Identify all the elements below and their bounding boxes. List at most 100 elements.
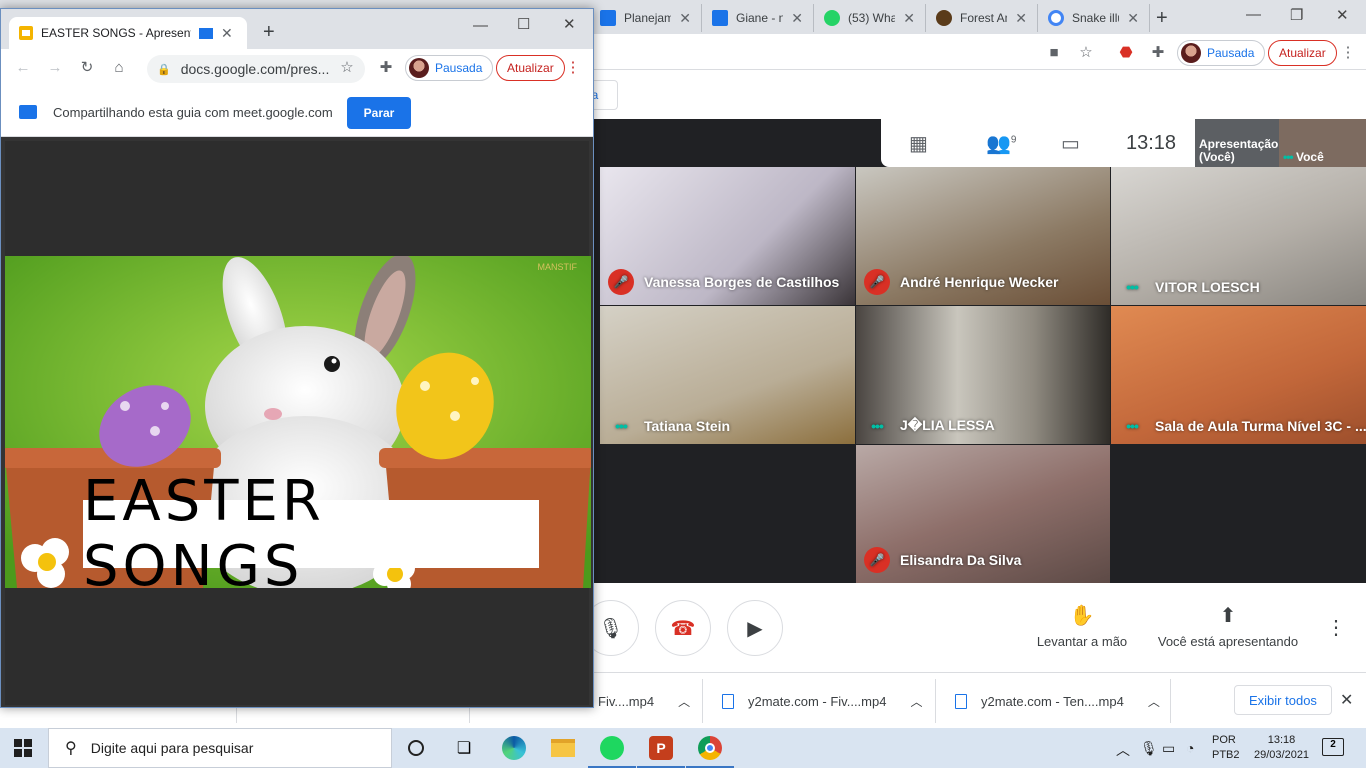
participant-tile[interactable]: ••• J�LIA LESSA: [856, 306, 1110, 444]
microphone-icon[interactable]: 🎙: [1140, 740, 1158, 757]
task-view-icon[interactable]: ❏: [450, 734, 478, 762]
reload-icon[interactable]: ↻: [77, 57, 97, 77]
google-icon: [1048, 10, 1064, 26]
participant-tile[interactable]: ••• Sala de Aula Turma Nível 3C - ...: [1111, 306, 1366, 444]
participant-tile[interactable]: ••• VITOR LOESCH: [1111, 167, 1366, 305]
search-placeholder: Digite aqui para pesquisar: [90, 740, 254, 756]
minimize-button[interactable]: —: [473, 17, 488, 34]
edge-icon[interactable]: [500, 734, 528, 762]
participant-tile[interactable]: 🎤 André Henrique Wecker: [856, 167, 1110, 305]
people-icon[interactable]: 👥9: [986, 131, 1016, 156]
show-all-downloads-button[interactable]: Exibir todos: [1234, 685, 1332, 715]
tab-presentation[interactable]: EASTER SONGS - Apresentação ✕: [9, 17, 247, 49]
camera-button[interactable]: ▶: [727, 600, 783, 656]
mic-off-icon: 🎤: [864, 269, 890, 295]
download-item[interactable]: Fiv....mp4 ︿: [598, 683, 690, 719]
language-indicator[interactable]: POR PTB2: [1212, 733, 1240, 763]
powerpoint-icon[interactable]: P: [637, 734, 685, 768]
windows-start-icon[interactable]: [14, 739, 32, 757]
adblock-icon[interactable]: ⬣: [1116, 42, 1136, 62]
docs-icon: [712, 10, 728, 26]
star-icon[interactable]: ☆: [337, 57, 357, 77]
chevron-up-icon[interactable]: ︿: [1148, 693, 1160, 710]
more-vert-icon[interactable]: ⋮: [563, 57, 583, 77]
sharing-banner: Compartilhando esta guia com meet.google…: [1, 89, 593, 137]
extensions-icon[interactable]: ✚: [1148, 42, 1168, 62]
chevron-up-icon[interactable]: ︿: [1116, 740, 1130, 760]
close-icon[interactable]: ✕: [791, 10, 803, 27]
tab-whatsapp[interactable]: (53) Wha ✕: [814, 4, 926, 32]
file-explorer-icon[interactable]: [549, 734, 577, 762]
tab-forest[interactable]: Forest An ✕: [926, 4, 1038, 32]
wifi-icon[interactable]: ◔: [1186, 740, 1194, 756]
close-icon[interactable]: ✕: [221, 25, 233, 42]
restore-button[interactable]: ❐: [1290, 6, 1303, 24]
participant-tile[interactable]: 🎤 Vanessa Borges de Castilhos: [600, 167, 855, 305]
camera-icon[interactable]: ■: [1044, 42, 1064, 62]
slide[interactable]: MANSTIF EASTER SONGS: [5, 256, 591, 588]
download-item[interactable]: y2mate.com - Fiv....mp4 ︿: [722, 683, 922, 719]
profile-button[interactable]: Pausada: [405, 55, 494, 81]
star-icon[interactable]: ☆: [1076, 42, 1096, 62]
tab-giane[interactable]: Giane - n ✕: [702, 4, 814, 32]
address-bar[interactable]: 🔒 docs.google.com/pres...: [147, 55, 365, 83]
hangup-button[interactable]: ☎: [655, 600, 711, 656]
taskbar-search[interactable]: ⚲ Digite aqui para pesquisar: [48, 728, 392, 768]
notification-icon[interactable]: 2: [1322, 738, 1344, 756]
raise-hand-button[interactable]: ✋ Levantar a mão: [1030, 603, 1134, 649]
tab-planejamento[interactable]: Planejam ✕: [590, 4, 702, 32]
file-icon: [955, 693, 967, 709]
close-icon[interactable]: ✕: [679, 10, 691, 27]
download-filename: Fiv....mp4: [598, 693, 655, 709]
system-clock[interactable]: 13:18 29/03/2021: [1254, 733, 1309, 763]
participant-tile[interactable]: 🎤 Elisandra Da Silva: [856, 445, 1110, 583]
maximize-button[interactable]: ☐: [517, 15, 530, 33]
tab-title: Snake illu: [1072, 11, 1120, 25]
screen-share-icon: [19, 105, 37, 119]
presentation-viewport: MANSTIF EASTER SONGS: [5, 141, 591, 705]
download-filename: y2mate.com - Fiv....mp4: [748, 693, 887, 709]
back-icon[interactable]: ←: [13, 57, 33, 77]
new-tab-button[interactable]: +: [263, 22, 275, 42]
download-item[interactable]: y2mate.com - Ten....mp4 ︿: [955, 683, 1160, 719]
tab-snake[interactable]: Snake illu ✕: [1038, 4, 1150, 32]
close-icon[interactable]: ✕: [1340, 690, 1353, 710]
profile-button[interactable]: Pausada: [1177, 40, 1266, 66]
chrome-icon[interactable]: [686, 734, 734, 768]
presenting-button[interactable]: ⬆ Você está apresentando: [1150, 603, 1306, 649]
participant-tile[interactable]: ••• Tatiana Stein: [600, 306, 855, 444]
home-icon[interactable]: ⌂: [109, 57, 129, 77]
self-tile-camera[interactable]: ••• Você: [1279, 119, 1366, 167]
minimize-button[interactable]: —: [1246, 6, 1261, 23]
new-tab-button[interactable]: +: [1156, 7, 1168, 30]
tab-title: Forest An: [960, 11, 1008, 25]
popup-toolbar: ← → ↻ ⌂ 🔒 docs.google.com/pres... ☆ ✚ Pa…: [1, 49, 593, 89]
raise-hand-label: Levantar a mão: [1036, 634, 1128, 649]
update-button[interactable]: Atualizar: [496, 55, 565, 81]
more-vert-icon[interactable]: ⋮: [1338, 42, 1358, 62]
self-tile-presentation[interactable]: Apresentação (Você): [1195, 119, 1279, 167]
cortana-icon[interactable]: [402, 734, 430, 762]
extensions-icon[interactable]: ✚: [376, 57, 396, 77]
close-window-button[interactable]: ✕: [1336, 6, 1349, 24]
battery-icon[interactable]: ▭: [1162, 740, 1175, 757]
close-window-button[interactable]: ✕: [563, 15, 576, 33]
spotify-icon[interactable]: [588, 734, 636, 768]
forward-icon[interactable]: →: [45, 57, 65, 77]
self-tile-label: ••• Você: [1283, 150, 1324, 164]
docs-icon: [600, 10, 616, 26]
download-filename: y2mate.com - Ten....mp4: [981, 693, 1124, 709]
stop-sharing-button[interactable]: Parar: [347, 97, 411, 129]
close-icon[interactable]: ✕: [1127, 10, 1139, 27]
mic-off-icon: 🎤: [608, 269, 634, 295]
close-icon[interactable]: ✕: [903, 10, 915, 27]
close-icon[interactable]: ✕: [1015, 10, 1027, 27]
profile-label: Pausada: [1207, 46, 1255, 60]
chat-icon[interactable]: ▭: [1061, 131, 1080, 156]
chevron-up-icon[interactable]: ︿: [678, 693, 690, 710]
layout-grid-icon[interactable]: ▦: [909, 131, 928, 156]
self-tile-label: Apresentação (Você): [1199, 137, 1279, 164]
update-button[interactable]: Atualizar: [1268, 40, 1337, 66]
chevron-up-icon[interactable]: ︿: [910, 693, 922, 710]
more-options-icon[interactable]: ⋮: [1326, 617, 1346, 639]
